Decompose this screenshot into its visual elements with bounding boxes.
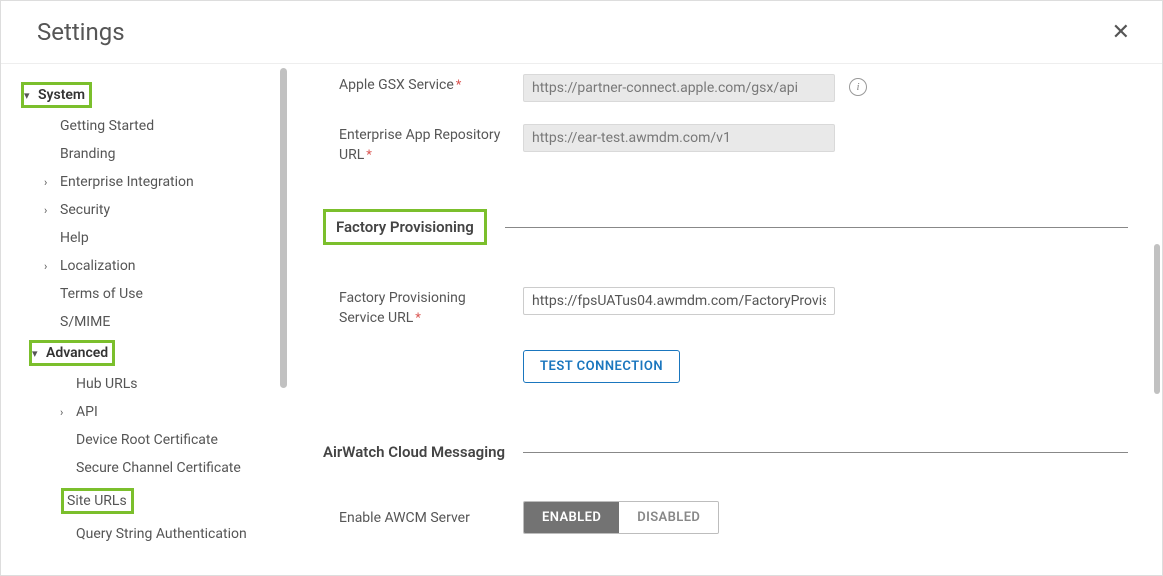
divider-line	[505, 227, 1128, 228]
sidebar-scrollbar[interactable]	[280, 68, 287, 388]
sidebar-item-label: API	[76, 404, 98, 420]
section-factory-provisioning: Factory Provisioning	[323, 209, 1128, 245]
sidebar-item-query-string-auth[interactable]: Query String Authentication	[17, 520, 289, 548]
awcm-enabled-button[interactable]: ENABLED	[524, 502, 619, 533]
chevron-right-icon: ›	[60, 406, 74, 419]
awcm-disabled-button[interactable]: DISABLED	[619, 502, 718, 533]
sidebar-item-secure-channel-cert[interactable]: Secure Channel Certificate	[17, 454, 289, 482]
sidebar-item-label: Device Root Certificate	[76, 432, 218, 448]
sidebar-item-getting-started[interactable]: Getting Started	[17, 112, 289, 140]
field-label: Enterprise App Repository URL*	[339, 124, 523, 165]
sidebar-item-help[interactable]: Help	[17, 224, 289, 252]
sidebar-item-label: Site URLs	[67, 493, 127, 509]
sidebar-item-label: Terms of Use	[60, 286, 143, 302]
row-test-connection: TEST CONNECTION	[339, 350, 1128, 383]
chevron-right-icon: ›	[44, 204, 58, 217]
sidebar-item-branding[interactable]: Branding	[17, 140, 289, 168]
sidebar-item-label: S/MIME	[60, 314, 110, 330]
chevron-down-icon: ▾	[32, 347, 46, 360]
sidebar-item-enterprise-integration[interactable]: › Enterprise Integration	[17, 168, 289, 196]
settings-header: Settings ✕	[1, 1, 1162, 63]
sidebar-group-label: System	[38, 87, 85, 103]
sidebar-item-label: Help	[60, 230, 89, 246]
test-connection-button[interactable]: TEST CONNECTION	[523, 350, 680, 383]
sidebar-item-label: Hub URLs	[76, 376, 138, 392]
field-fps-url: Factory Provisioning Service URL*	[339, 287, 1128, 328]
sidebar-group-system[interactable]: ▾ System	[17, 78, 289, 112]
section-awcm: AirWatch Cloud Messaging	[323, 443, 1128, 461]
sidebar-item-hub-urls[interactable]: Hub URLs	[17, 370, 289, 398]
field-label: Enable AWCM Server	[339, 501, 523, 529]
sidebar-item-localization[interactable]: › Localization	[17, 252, 289, 280]
apple-gsx-input[interactable]	[523, 74, 835, 102]
sidebar-item-label: Security	[60, 202, 110, 218]
sidebar-item-label: Localization	[60, 258, 136, 274]
info-icon[interactable]: i	[849, 78, 867, 96]
sidebar-item-label: Branding	[60, 146, 115, 162]
page-title: Settings	[37, 18, 125, 46]
field-ear-url: Enterprise App Repository URL*	[339, 124, 1128, 165]
sidebar-item-label: Query String Authentication	[76, 526, 247, 542]
sidebar-item-security[interactable]: › Security	[17, 196, 289, 224]
section-title: Factory Provisioning	[323, 209, 487, 245]
field-apple-gsx: Apple GSX Service* i	[339, 74, 1128, 102]
section-title: AirWatch Cloud Messaging	[323, 443, 505, 461]
field-enable-awcm: Enable AWCM Server ENABLED DISABLED	[339, 501, 1128, 534]
sidebar-group-label: Advanced	[46, 345, 108, 361]
chevron-right-icon: ›	[44, 260, 58, 273]
sidebar-group-advanced[interactable]: ▾ Advanced	[17, 336, 289, 370]
ear-url-input[interactable]	[523, 124, 835, 152]
sidebar-item-terms-of-use[interactable]: Terms of Use	[17, 280, 289, 308]
sidebar-item-smime[interactable]: S/MIME	[17, 308, 289, 336]
main-scrollbar[interactable]	[1154, 244, 1160, 394]
settings-sidebar: ▾ System Getting Started Branding › Ente…	[1, 64, 289, 575]
close-icon[interactable]: ✕	[1100, 14, 1142, 51]
field-label: Factory Provisioning Service URL*	[339, 287, 523, 328]
field-label-empty	[339, 350, 523, 352]
chevron-down-icon: ▾	[24, 89, 38, 102]
settings-content: Apple GSX Service* i Enterprise App Repo…	[289, 64, 1162, 575]
main-scrollbar-track	[1148, 64, 1162, 575]
field-label: Apple GSX Service*	[339, 74, 523, 96]
sidebar-item-label: Secure Channel Certificate	[76, 460, 241, 476]
sidebar-item-site-urls[interactable]: Site URLs	[17, 482, 289, 520]
divider-line	[523, 452, 1128, 453]
awcm-toggle-group: ENABLED DISABLED	[523, 501, 719, 534]
fps-url-input[interactable]	[523, 287, 835, 315]
sidebar-item-api[interactable]: › API	[17, 398, 289, 426]
sidebar-item-label: Enterprise Integration	[60, 174, 194, 190]
sidebar-item-device-root-cert[interactable]: Device Root Certificate	[17, 426, 289, 454]
chevron-right-icon: ›	[44, 176, 58, 189]
sidebar-item-label: Getting Started	[60, 118, 154, 134]
